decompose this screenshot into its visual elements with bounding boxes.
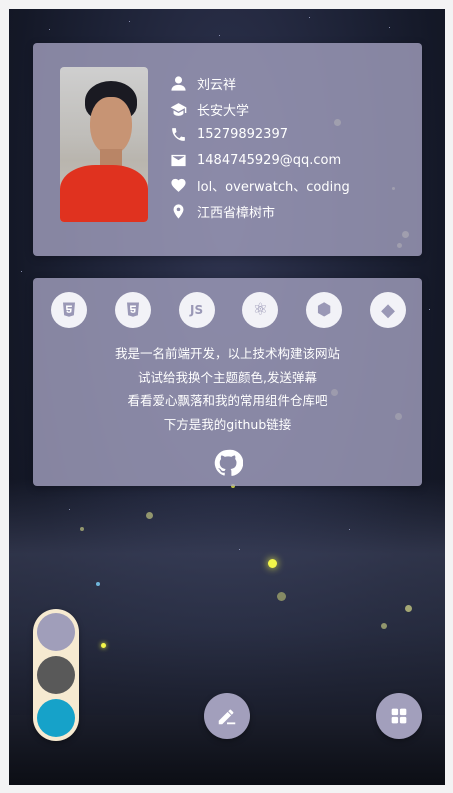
css3-icon[interactable]	[114, 292, 151, 328]
firefly	[146, 512, 153, 519]
star	[219, 35, 220, 36]
firefly	[80, 527, 84, 531]
phone-text: 15279892397	[197, 127, 288, 143]
intro-line-1: 我是一名前端开发，以上技术构建该网站	[114, 346, 340, 361]
star	[309, 17, 310, 18]
github-icon[interactable]	[213, 448, 244, 478]
git-icon[interactable]: ◆	[369, 292, 406, 328]
menu-button[interactable]	[376, 693, 422, 739]
heart-icon	[169, 177, 187, 195]
intro-line-4: 下方是我的github链接	[163, 416, 292, 432]
firefly	[101, 643, 106, 648]
pen-icon	[218, 709, 236, 725]
firefly	[96, 582, 100, 586]
school-row: 长安大学	[169, 97, 419, 123]
hobby-text: lol、overwatch、coding	[197, 180, 350, 196]
name-row: 刘云祥	[169, 71, 419, 97]
mail-icon	[169, 151, 187, 169]
intro-text: 我是一名前端开发，以上技术构建该网站 试试给我换个主题颜色,发送弹幕 看看爱心飘…	[33, 342, 422, 436]
danmaku-button[interactable]	[204, 693, 250, 739]
star	[349, 529, 350, 530]
intro-line-2: 试试给我换个主题颜色,发送弹幕	[138, 369, 317, 385]
star	[239, 549, 240, 550]
star	[21, 271, 22, 272]
phone-row: 15279892397	[169, 122, 419, 148]
firefly	[405, 605, 412, 612]
star	[49, 29, 50, 30]
theme-color-palette	[33, 609, 79, 741]
location-text: 江西省樟树市	[197, 205, 276, 221]
tech-card: JS ⚛ ⬢ ◆ 我是一名前端开发，以上技术构建该网站 试试给我换个主题颜色,发…	[33, 278, 422, 486]
school-text: 长安大学	[197, 103, 250, 119]
profile-card: 刘云祥 长安大学 15279892397 1484745929@qq.com l…	[33, 43, 422, 256]
avatar-photo	[60, 67, 148, 222]
firefly	[277, 592, 286, 601]
star	[429, 309, 430, 310]
intro-line-3: 看看爱心飘落和我的常用组件仓库吧	[127, 393, 328, 408]
hobby-row: lol、overwatch、coding	[169, 173, 419, 199]
app-screen: 刘云祥 长安大学 15279892397 1484745929@qq.com l…	[9, 9, 445, 785]
email-row: 1484745929@qq.com	[169, 148, 419, 174]
html5-icon[interactable]	[51, 292, 87, 328]
graduation-cap-icon	[169, 100, 187, 118]
firefly	[268, 559, 277, 568]
grid-icon	[391, 708, 407, 724]
tech-icons-row: JS ⚛ ⬢ ◆	[51, 292, 406, 328]
react-icon[interactable]: ⚛	[242, 292, 279, 328]
profile-info: 刘云祥 长安大学 15279892397 1484745929@qq.com l…	[169, 71, 419, 224]
star	[129, 21, 130, 22]
email-text: 1484745929@qq.com	[197, 152, 342, 168]
star	[389, 27, 390, 28]
phone-icon	[169, 126, 187, 144]
javascript-icon[interactable]: JS	[178, 292, 215, 328]
location-pin-icon	[169, 202, 187, 220]
theme-swatch-gray[interactable]	[37, 656, 75, 694]
theme-swatch-lavender[interactable]	[37, 613, 75, 651]
name-text: 刘云祥	[197, 78, 237, 94]
theme-swatch-blue[interactable]	[37, 699, 75, 737]
location-row: 江西省樟树市	[169, 199, 419, 225]
user-icon	[169, 75, 187, 93]
firefly	[381, 623, 387, 629]
star	[69, 509, 70, 510]
webpack-icon[interactable]: ⬢	[306, 292, 343, 328]
